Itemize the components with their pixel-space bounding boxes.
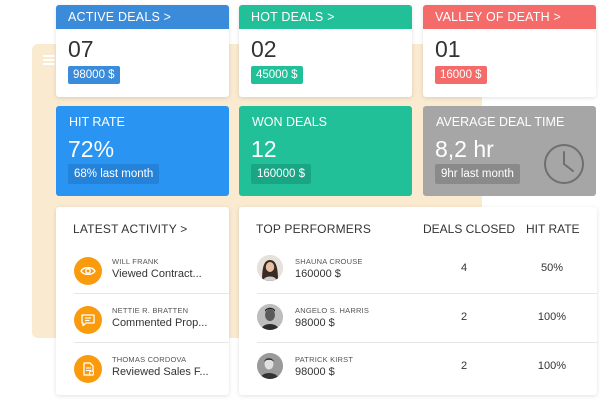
performer-name: PATRICK KIRST (295, 355, 354, 364)
activity-item[interactable]: THOMAS CORDOVA Reviewed Sales F... (74, 351, 229, 395)
menu-icon[interactable] (43, 55, 55, 65)
divider (257, 293, 597, 294)
clock-icon (544, 144, 584, 184)
deals-closed-cell: 2 (460, 360, 468, 372)
active-deals-amount: 98000 $ (68, 66, 120, 84)
divider (74, 293, 229, 294)
valley-of-death-card[interactable]: VALLEY OF DEATH > 01 16000 $ (423, 5, 596, 97)
average-deal-time-note: 9hr last month (435, 164, 520, 184)
hit-rate-header[interactable]: HIT RATE (526, 222, 580, 236)
won-deals-note: 160000 $ (251, 164, 311, 184)
table-row[interactable]: PATRICK KIRST 98000 $ 2 100% (239, 349, 597, 395)
activity-user: WILL FRANK (112, 257, 159, 266)
deals-closed-cell: 4 (460, 262, 468, 274)
deals-closed-cell: 2 (460, 311, 468, 323)
hot-deals-title[interactable]: HOT DEALS > (239, 5, 412, 29)
hit-rate-cell: 100% (537, 311, 567, 323)
activity-text: Viewed Contract... (112, 268, 202, 280)
divider (257, 342, 597, 343)
valley-of-death-count: 01 (435, 36, 461, 62)
hit-rate-tile: HIT RATE 72% 68% last month (56, 106, 229, 196)
performer-amount: 160000 $ (295, 268, 341, 280)
divider (74, 342, 229, 343)
active-deals-title[interactable]: ACTIVE DEALS > (56, 5, 229, 29)
won-deals-title: WON DEALS (252, 115, 328, 129)
comment-icon (74, 306, 102, 334)
top-performers-panel: TOP PERFORMERS DEALS CLOSED HIT RATE SHA… (239, 207, 597, 395)
activity-text: Commented Prop... (112, 317, 208, 329)
activity-item[interactable]: WILL FRANK Viewed Contract... (74, 253, 229, 297)
hot-deals-card[interactable]: HOT DEALS > 02 45000 $ (239, 5, 412, 97)
table-row[interactable]: ANGELO S. HARRIS 98000 $ 2 100% (239, 300, 597, 348)
hot-deals-count: 02 (251, 36, 277, 62)
hit-rate-note: 68% last month (68, 164, 160, 184)
average-deal-time-title: AVERAGE DEAL TIME (436, 115, 565, 129)
avatar (257, 353, 283, 379)
activity-text: Reviewed Sales F... (112, 366, 209, 378)
document-icon (74, 355, 102, 383)
average-deal-time-tile: AVERAGE DEAL TIME 8,2 hr 9hr last month (423, 106, 596, 196)
active-deals-count: 07 (68, 36, 94, 62)
performer-amount: 98000 $ (295, 317, 335, 329)
hot-deals-amount: 45000 $ (251, 66, 303, 84)
latest-activity-title[interactable]: LATEST ACTIVITY > (73, 222, 187, 236)
avatar (257, 255, 283, 281)
valley-of-death-amount: 16000 $ (435, 66, 487, 84)
avatar (257, 304, 283, 330)
table-row[interactable]: SHAUNA CROUSE 160000 $ 4 50% (239, 251, 597, 299)
performer-name: ANGELO S. HARRIS (295, 306, 370, 315)
valley-of-death-title[interactable]: VALLEY OF DEATH > (423, 5, 596, 29)
activity-user: NETTIE R. BRATTEN (112, 306, 189, 315)
hit-rate-cell: 100% (537, 360, 567, 372)
hit-rate-title: HIT RATE (69, 115, 125, 129)
hit-rate-value: 72% (68, 136, 115, 162)
performer-name: SHAUNA CROUSE (295, 257, 363, 266)
latest-activity-panel: LATEST ACTIVITY > WILL FRANK Viewed Cont… (56, 207, 229, 395)
won-deals-tile: WON DEALS 12 160000 $ (239, 106, 412, 196)
won-deals-value: 12 (251, 136, 277, 162)
top-performers-title: TOP PERFORMERS (256, 222, 372, 236)
active-deals-card[interactable]: ACTIVE DEALS > 07 98000 $ (56, 5, 229, 97)
activity-user: THOMAS CORDOVA (112, 355, 187, 364)
hit-rate-cell: 50% (540, 262, 564, 274)
eye-icon (74, 257, 102, 285)
activity-item[interactable]: NETTIE R. BRATTEN Commented Prop... (74, 302, 229, 346)
performer-amount: 98000 $ (295, 366, 335, 378)
deals-closed-header[interactable]: DEALS CLOSED (423, 222, 515, 236)
